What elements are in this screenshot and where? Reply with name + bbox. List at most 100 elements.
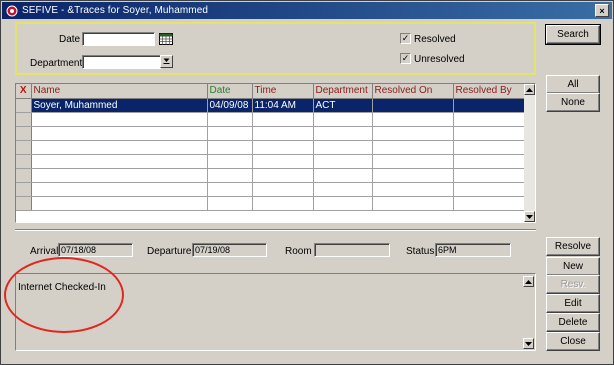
new-button[interactable]: New <box>546 257 600 276</box>
cell-time <box>252 140 314 155</box>
notes-scrollbar[interactable] <box>523 276 534 349</box>
cell-resolved-by <box>453 126 526 141</box>
table-row[interactable] <box>16 126 526 141</box>
row-selector[interactable] <box>16 140 32 155</box>
traces-table: X Name Date Time Department Resolved On … <box>16 84 526 211</box>
cell-name <box>31 126 208 141</box>
row-selector[interactable] <box>16 154 32 169</box>
grid-header-resolved-on[interactable]: Resolved On <box>372 84 454 99</box>
table-row[interactable]: Soyer, Muhammed 04/09/08 11:04 AM ACT <box>16 98 526 113</box>
cell-date <box>207 196 253 211</box>
trace-notes-textarea[interactable]: Internet Checked-In <box>15 273 536 351</box>
room-label: Room <box>285 246 312 257</box>
window-title: SEFIVE - &Traces for Soyer, Muhammed <box>22 5 209 16</box>
cell-date <box>207 140 253 155</box>
resolved-checkbox[interactable]: ✓ <box>400 33 411 44</box>
departure-label: Departure <box>147 246 192 257</box>
grid-scrollbar[interactable] <box>524 84 535 222</box>
date-input[interactable] <box>82 32 155 46</box>
cell-resolved-by <box>453 182 526 197</box>
department-dropdown-button[interactable] <box>160 55 173 68</box>
cell-time: 11:04 AM <box>252 98 314 113</box>
search-button[interactable]: Search <box>545 24 601 45</box>
status-label: Status <box>406 246 435 257</box>
row-selector[interactable] <box>16 126 32 141</box>
room-value <box>314 243 390 257</box>
cell-time <box>252 126 314 141</box>
calendar-icon[interactable] <box>159 33 173 45</box>
cell-resolved-by <box>453 154 526 169</box>
row-selector[interactable] <box>16 196 32 211</box>
cell-date <box>207 182 253 197</box>
cell-department: ACT <box>313 98 373 113</box>
traces-window: SEFIVE - &Traces for Soyer, Muhammed × D… <box>0 0 614 365</box>
reservation-button[interactable]: Resv. <box>546 275 600 294</box>
arrival-value: 07/18/08 <box>58 243 133 257</box>
grid-header-x[interactable]: X <box>16 84 32 99</box>
edit-button[interactable]: Edit <box>546 294 600 313</box>
cell-name: Soyer, Muhammed <box>31 98 208 113</box>
cell-time <box>252 154 314 169</box>
trace-notes-text: Internet Checked-In <box>18 282 106 293</box>
department-label: Department <box>30 58 83 69</box>
delete-button[interactable]: Delete <box>546 313 600 332</box>
cell-resolved-on <box>372 182 454 197</box>
cell-time <box>252 168 314 183</box>
traces-grid: X Name Date Time Department Resolved On … <box>15 83 536 223</box>
row-selector[interactable] <box>16 98 32 113</box>
cell-name <box>31 140 208 155</box>
grid-header-row: X Name Date Time Department Resolved On … <box>16 84 526 99</box>
grid-header-department[interactable]: Department <box>313 84 373 99</box>
table-row[interactable] <box>16 112 526 127</box>
arrival-label: Arrival <box>30 246 59 257</box>
cell-department <box>313 196 373 211</box>
status-value: 6PM <box>435 243 511 257</box>
title-bar: SEFIVE - &Traces for Soyer, Muhammed × <box>2 2 612 19</box>
cell-resolved-on <box>372 196 454 211</box>
cell-time <box>252 182 314 197</box>
select-all-button[interactable]: All <box>546 75 600 94</box>
resolved-label: Resolved <box>414 34 456 45</box>
row-selector[interactable] <box>16 112 32 127</box>
search-criteria-panel: Date Department ✓ Resolved ✓ Unresolved <box>15 22 536 75</box>
grid-header-name[interactable]: Name <box>31 84 208 99</box>
close-button[interactable]: Close <box>546 332 600 351</box>
cell-resolved-by <box>453 196 526 211</box>
unresolved-checkbox[interactable]: ✓ <box>400 53 411 64</box>
cell-resolved-on <box>372 168 454 183</box>
row-selector[interactable] <box>16 182 32 197</box>
notes-scroll-down-button[interactable] <box>523 338 534 349</box>
grid-header-time[interactable]: Time <box>252 84 314 99</box>
table-row[interactable] <box>16 140 526 155</box>
cell-resolved-by <box>453 98 526 113</box>
select-none-button[interactable]: None <box>546 93 600 112</box>
cell-department <box>313 126 373 141</box>
cell-resolved-on <box>372 126 454 141</box>
row-selector[interactable] <box>16 168 32 183</box>
cell-department <box>313 168 373 183</box>
window-close-button[interactable]: × <box>595 4 609 17</box>
chevron-down-icon <box>163 58 170 66</box>
scroll-down-button[interactable] <box>524 211 535 222</box>
department-select[interactable] <box>82 55 161 69</box>
unresolved-label: Unresolved <box>414 54 465 65</box>
cell-name <box>31 154 208 169</box>
grid-header-resolved-by[interactable]: Resolved By <box>453 84 526 99</box>
cell-department <box>313 154 373 169</box>
table-row[interactable] <box>16 154 526 169</box>
grid-header-date[interactable]: Date <box>207 84 253 99</box>
cell-resolved-by <box>453 168 526 183</box>
table-row[interactable] <box>16 168 526 183</box>
cell-resolved-on <box>372 140 454 155</box>
table-row[interactable] <box>16 182 526 197</box>
scroll-up-button[interactable] <box>524 84 535 95</box>
cell-department <box>313 140 373 155</box>
cell-name <box>31 168 208 183</box>
table-row[interactable] <box>16 196 526 211</box>
departure-value: 07/19/08 <box>192 243 267 257</box>
cell-name <box>31 182 208 197</box>
notes-scroll-up-button[interactable] <box>523 276 534 287</box>
cell-resolved-on <box>372 112 454 127</box>
resolve-button[interactable]: Resolve <box>546 237 600 256</box>
cell-time <box>252 196 314 211</box>
